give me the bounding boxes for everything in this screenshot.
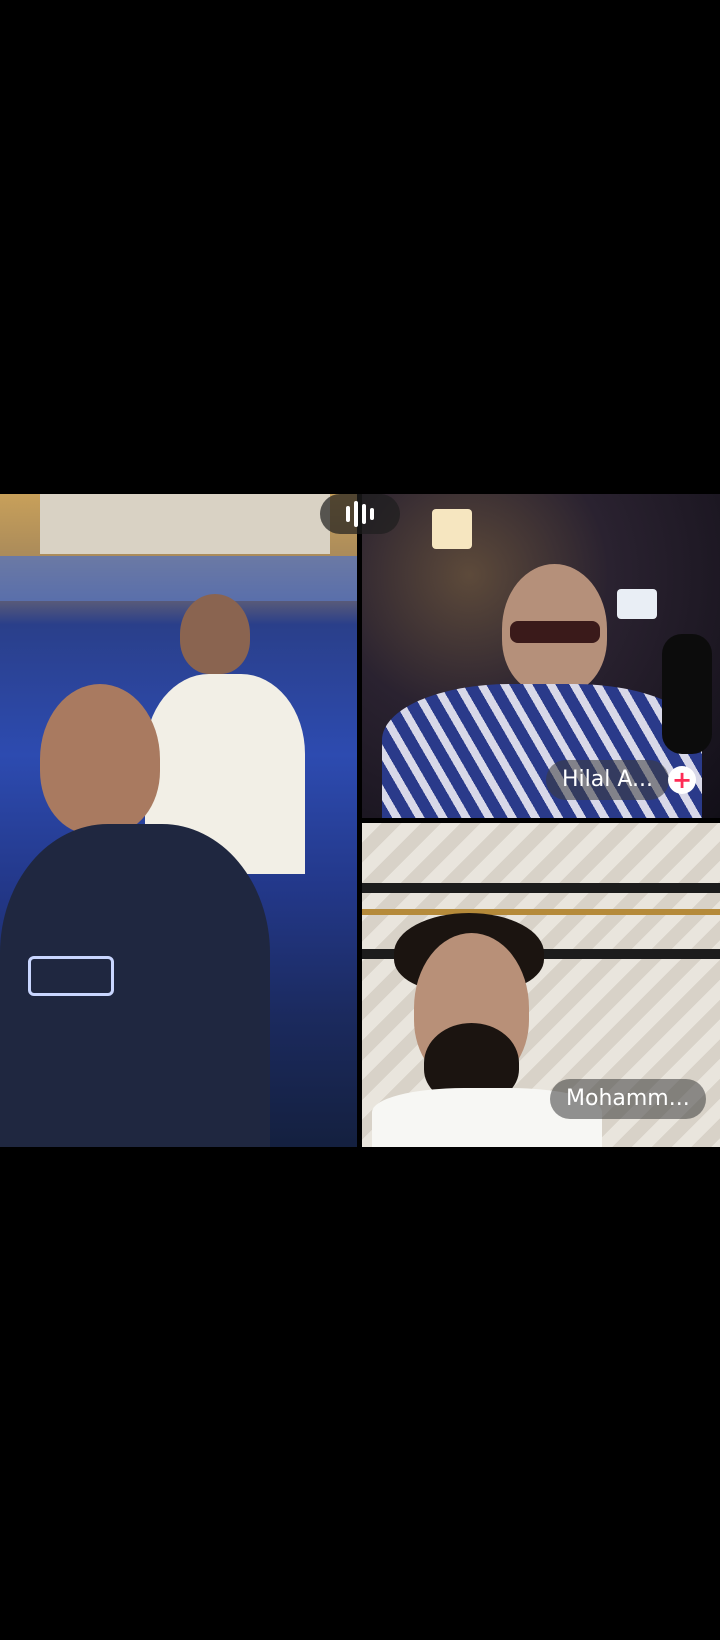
studio-light [432,509,472,549]
fabric-stripe [362,883,720,893]
caption-emoji-row: 😂 😂 [0,412,720,482]
shirt-logo [28,956,114,996]
follow-plus-icon[interactable]: + [668,766,696,794]
fabric-stripe [362,909,720,915]
video-grid: Hilal A... + Mohamm... [0,494,720,1147]
host-head [40,684,160,834]
ceiling-ac-unit [40,494,330,554]
host-video-tile[interactable] [0,494,357,1147]
studio-light [617,589,657,619]
background-poster-person [180,594,250,674]
garland-decoration [0,556,357,601]
participant-name: Mohamm... [566,1086,690,1111]
participant-name: Hilal A... [562,767,653,792]
laughing-emoji: 😂 [280,410,355,484]
guest-video-tile-hilal[interactable]: Hilal A... + [362,494,720,818]
participant-name-label: Mohamm... [550,1079,706,1119]
laughing-emoji: 😂 [365,410,440,484]
audio-bars-icon[interactable] [320,494,400,534]
microphone [662,634,712,754]
participant-name-label: Hilal A... [546,760,669,800]
guest-sunglasses [510,621,600,643]
guest-video-tile-mohamm[interactable]: Mohamm... [362,823,720,1147]
